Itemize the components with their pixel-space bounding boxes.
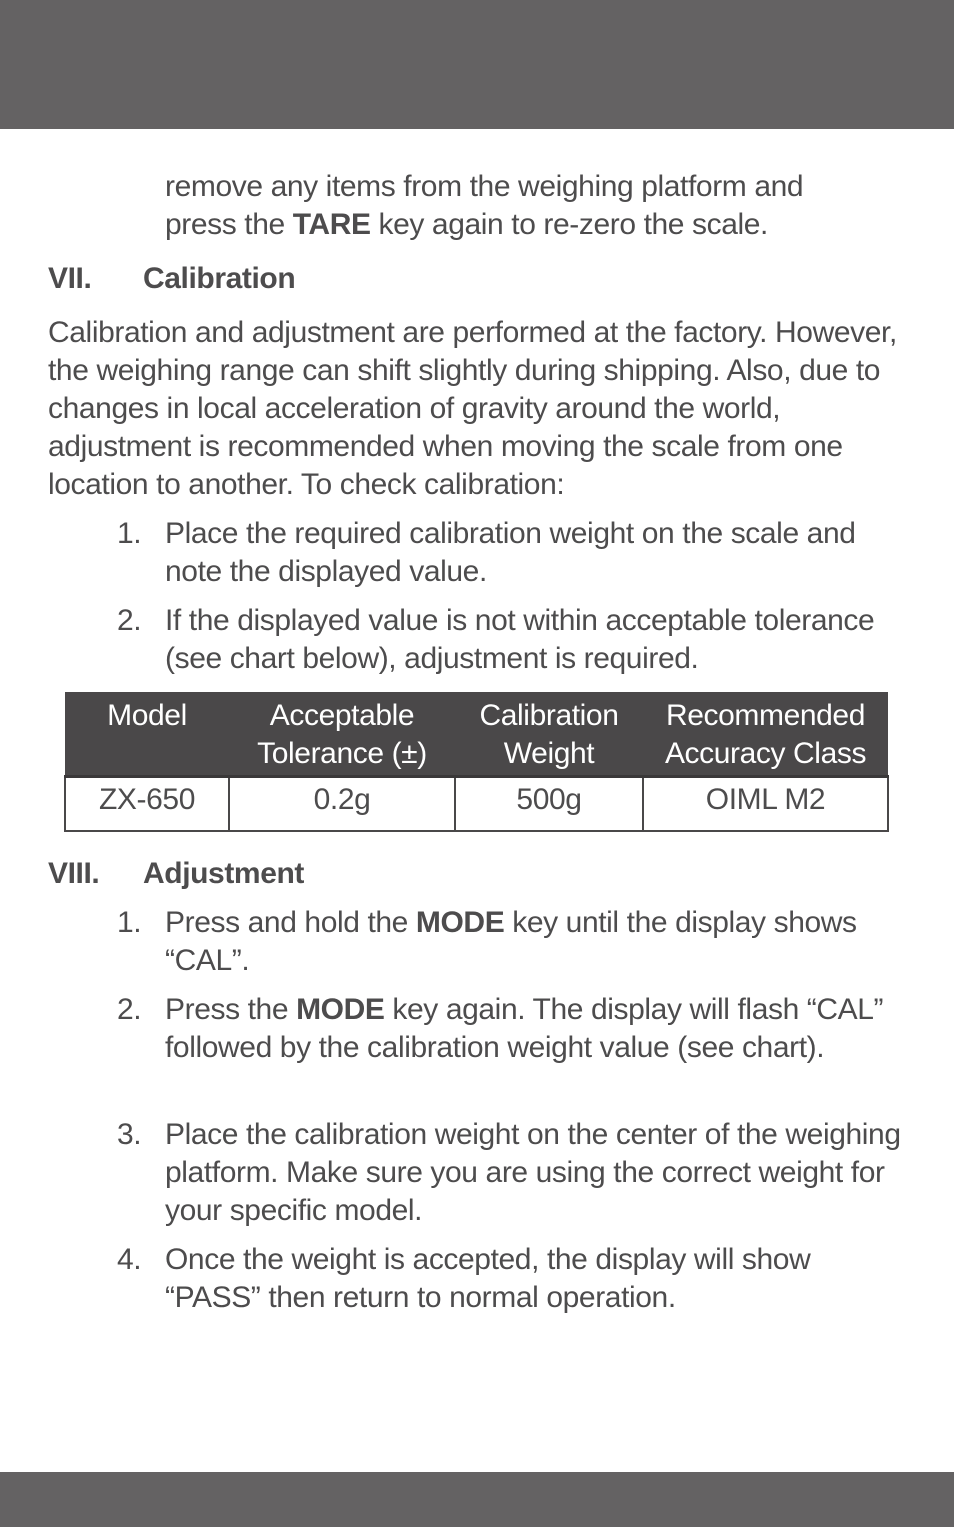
step-number: 4. bbox=[117, 1243, 142, 1276]
step-number: 2. bbox=[117, 993, 142, 1026]
mode-key-label: MODE bbox=[415, 906, 505, 939]
column-header-accuracy-class: Recommended Accuracy Class bbox=[643, 692, 888, 778]
section-heading-calibration: VII. Calibration bbox=[48, 260, 296, 298]
step-text: Press the MODE key again. The display wi… bbox=[165, 993, 884, 1064]
section-number: VIII. bbox=[48, 857, 100, 890]
table-row: ZX-650 0.2g 500g OIML M2 bbox=[64, 775, 889, 832]
step-number: 3. bbox=[117, 1118, 142, 1151]
step-text: Place the calibration weight on the cent… bbox=[165, 1118, 901, 1227]
cell-tolerance: 0.2g bbox=[228, 775, 456, 832]
section-title: Calibration bbox=[143, 262, 296, 295]
header-bar bbox=[0, 0, 954, 129]
continuation-paragraph: remove any items from the weighing platf… bbox=[165, 168, 925, 244]
section-number: VII. bbox=[48, 262, 92, 295]
table-header-row: Model Acceptable Tolerance (±) Calibratio… bbox=[65, 692, 888, 778]
column-header-model: Model bbox=[65, 692, 229, 778]
step-text: Press and hold the MODE key until the di… bbox=[165, 906, 857, 977]
step-text: If the displayed value is not within acc… bbox=[165, 604, 875, 675]
step-number: 2. bbox=[117, 604, 142, 637]
cell-calibration-weight: 500g bbox=[454, 775, 644, 832]
cell-model: ZX-650 bbox=[64, 775, 230, 832]
tare-key-label: TARE bbox=[292, 208, 371, 241]
column-header-calibration-weight: Calibration Weight bbox=[455, 692, 643, 778]
step-number: 1. bbox=[117, 517, 142, 550]
continuation-line1: remove any items from the weighing platf… bbox=[165, 170, 804, 203]
step-text: Place the required calibration weight on… bbox=[165, 517, 856, 588]
column-header-tolerance: Acceptable Tolerance (±) bbox=[229, 692, 455, 778]
section-heading-adjustment: VIII. Adjustment bbox=[48, 855, 304, 893]
continuation-line2-pre: press the bbox=[165, 208, 293, 241]
continuation-line2-post: key again to re-zero the scale. bbox=[370, 208, 769, 241]
footer-bar bbox=[0, 1472, 954, 1527]
cell-accuracy-class: OIML M2 bbox=[642, 775, 889, 832]
calibration-table: Model Acceptable Tolerance (±) Calibratio… bbox=[64, 692, 889, 832]
section-title: Adjustment bbox=[143, 857, 305, 890]
step-number: 1. bbox=[117, 906, 142, 939]
mode-key-label: MODE bbox=[296, 993, 385, 1026]
step-text: Once the weight is accepted, the display… bbox=[165, 1243, 811, 1314]
calibration-intro: Calibration and adjustment are performed… bbox=[48, 316, 897, 501]
